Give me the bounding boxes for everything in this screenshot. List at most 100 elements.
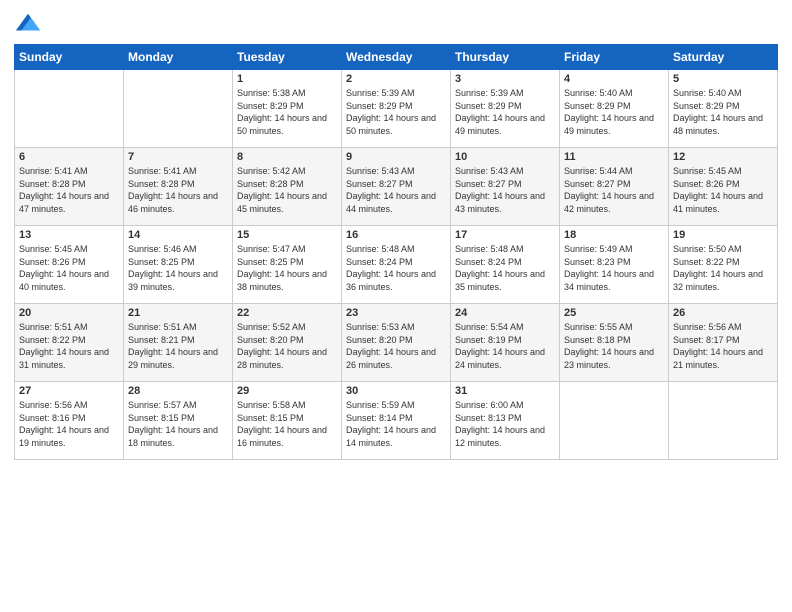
calendar-cell: 26 Sunrise: 5:56 AM Sunset: 8:17 PM Dayli…	[669, 304, 778, 382]
calendar-cell	[669, 382, 778, 460]
cell-info: Sunrise: 5:54 AM Sunset: 8:19 PM Dayligh…	[455, 321, 555, 371]
calendar-table: SundayMondayTuesdayWednesdayThursdayFrid…	[14, 44, 778, 460]
day-number: 25	[564, 307, 664, 319]
calendar-cell: 28 Sunrise: 5:57 AM Sunset: 8:15 PM Dayli…	[124, 382, 233, 460]
day-number: 17	[455, 229, 555, 241]
weekday-header: Tuesday	[233, 45, 342, 70]
cell-info: Sunrise: 5:45 AM Sunset: 8:26 PM Dayligh…	[673, 165, 773, 215]
day-number: 6	[19, 151, 119, 163]
cell-info: Sunrise: 5:39 AM Sunset: 8:29 PM Dayligh…	[455, 87, 555, 137]
calendar-cell: 20 Sunrise: 5:51 AM Sunset: 8:22 PM Dayli…	[15, 304, 124, 382]
cell-info: Sunrise: 5:57 AM Sunset: 8:15 PM Dayligh…	[128, 399, 228, 449]
calendar-cell: 12 Sunrise: 5:45 AM Sunset: 8:26 PM Dayli…	[669, 148, 778, 226]
calendar-body: 1Sunrise: 5:38 AM Sunset: 8:29 PM Daylig…	[15, 70, 778, 460]
weekday-header: Monday	[124, 45, 233, 70]
calendar-cell: 31 Sunrise: 6:00 AM Sunset: 8:13 PM Dayli…	[451, 382, 560, 460]
cell-info: Sunrise: 5:39 AM Sunset: 8:29 PM Dayligh…	[346, 87, 446, 137]
day-number: 24	[455, 307, 555, 319]
day-number: 22	[237, 307, 337, 319]
calendar-cell: 13 Sunrise: 5:45 AM Sunset: 8:26 PM Dayli…	[15, 226, 124, 304]
calendar-cell: 3 Sunrise: 5:39 AM Sunset: 8:29 PM Daylig…	[451, 70, 560, 148]
day-number: 13	[19, 229, 119, 241]
calendar-cell: 5Sunrise: 5:40 AM Sunset: 8:29 PM Daylig…	[669, 70, 778, 148]
calendar-cell: 8Sunrise: 5:42 AM Sunset: 8:28 PM Daylig…	[233, 148, 342, 226]
day-number: 1	[237, 73, 337, 85]
calendar-cell: 4 Sunrise: 5:40 AM Sunset: 8:29 PM Daylig…	[560, 70, 669, 148]
weekday-row: SundayMondayTuesdayWednesdayThursdayFrid…	[15, 45, 778, 70]
cell-info: Sunrise: 5:46 AM Sunset: 8:25 PM Dayligh…	[128, 243, 228, 293]
calendar-cell: 17Sunrise: 5:48 AM Sunset: 8:24 PM Dayli…	[451, 226, 560, 304]
calendar-cell: 10 Sunrise: 5:43 AM Sunset: 8:27 PM Dayli…	[451, 148, 560, 226]
day-number: 21	[128, 307, 228, 319]
day-number: 30	[346, 385, 446, 397]
logo-icon	[14, 10, 42, 38]
calendar-cell: 30 Sunrise: 5:59 AM Sunset: 8:14 PM Dayli…	[342, 382, 451, 460]
cell-info: Sunrise: 5:51 AM Sunset: 8:22 PM Dayligh…	[19, 321, 119, 371]
weekday-header: Friday	[560, 45, 669, 70]
day-number: 31	[455, 385, 555, 397]
cell-info: Sunrise: 5:53 AM Sunset: 8:20 PM Dayligh…	[346, 321, 446, 371]
day-number: 2	[346, 73, 446, 85]
cell-info: Sunrise: 5:58 AM Sunset: 8:15 PM Dayligh…	[237, 399, 337, 449]
calendar-cell: 25Sunrise: 5:55 AM Sunset: 8:18 PM Dayli…	[560, 304, 669, 382]
calendar-cell: 29 Sunrise: 5:58 AM Sunset: 8:15 PM Dayli…	[233, 382, 342, 460]
cell-info: Sunrise: 5:40 AM Sunset: 8:29 PM Dayligh…	[673, 87, 773, 137]
header	[14, 10, 778, 38]
cell-info: Sunrise: 6:00 AM Sunset: 8:13 PM Dayligh…	[455, 399, 555, 449]
day-number: 26	[673, 307, 773, 319]
day-number: 19	[673, 229, 773, 241]
day-number: 11	[564, 151, 664, 163]
day-number: 10	[455, 151, 555, 163]
calendar-cell: 21Sunrise: 5:51 AM Sunset: 8:21 PM Dayli…	[124, 304, 233, 382]
cell-info: Sunrise: 5:56 AM Sunset: 8:17 PM Dayligh…	[673, 321, 773, 371]
page: SundayMondayTuesdayWednesdayThursdayFrid…	[0, 0, 792, 612]
calendar-week-row: 13 Sunrise: 5:45 AM Sunset: 8:26 PM Dayli…	[15, 226, 778, 304]
day-number: 15	[237, 229, 337, 241]
cell-info: Sunrise: 5:43 AM Sunset: 8:27 PM Dayligh…	[455, 165, 555, 215]
calendar-cell: 11Sunrise: 5:44 AM Sunset: 8:27 PM Dayli…	[560, 148, 669, 226]
calendar-header: SundayMondayTuesdayWednesdayThursdayFrid…	[15, 45, 778, 70]
day-number: 7	[128, 151, 228, 163]
cell-info: Sunrise: 5:41 AM Sunset: 8:28 PM Dayligh…	[19, 165, 119, 215]
day-number: 27	[19, 385, 119, 397]
cell-info: Sunrise: 5:41 AM Sunset: 8:28 PM Dayligh…	[128, 165, 228, 215]
calendar-cell: 1Sunrise: 5:38 AM Sunset: 8:29 PM Daylig…	[233, 70, 342, 148]
calendar-week-row: 20 Sunrise: 5:51 AM Sunset: 8:22 PM Dayli…	[15, 304, 778, 382]
calendar-cell: 6 Sunrise: 5:41 AM Sunset: 8:28 PM Daylig…	[15, 148, 124, 226]
weekday-header: Sunday	[15, 45, 124, 70]
calendar-cell: 7 Sunrise: 5:41 AM Sunset: 8:28 PM Daylig…	[124, 148, 233, 226]
logo	[14, 10, 46, 38]
calendar-cell: 22 Sunrise: 5:52 AM Sunset: 8:20 PM Dayli…	[233, 304, 342, 382]
calendar-cell: 18Sunrise: 5:49 AM Sunset: 8:23 PM Dayli…	[560, 226, 669, 304]
weekday-header: Thursday	[451, 45, 560, 70]
calendar-week-row: 1Sunrise: 5:38 AM Sunset: 8:29 PM Daylig…	[15, 70, 778, 148]
calendar-cell: 24 Sunrise: 5:54 AM Sunset: 8:19 PM Dayli…	[451, 304, 560, 382]
calendar-cell: 9Sunrise: 5:43 AM Sunset: 8:27 PM Daylig…	[342, 148, 451, 226]
calendar-cell	[560, 382, 669, 460]
day-number: 14	[128, 229, 228, 241]
day-number: 20	[19, 307, 119, 319]
cell-info: Sunrise: 5:49 AM Sunset: 8:23 PM Dayligh…	[564, 243, 664, 293]
day-number: 16	[346, 229, 446, 241]
calendar-cell: 19Sunrise: 5:50 AM Sunset: 8:22 PM Dayli…	[669, 226, 778, 304]
day-number: 23	[346, 307, 446, 319]
calendar-cell: 16 Sunrise: 5:48 AM Sunset: 8:24 PM Dayli…	[342, 226, 451, 304]
cell-info: Sunrise: 5:43 AM Sunset: 8:27 PM Dayligh…	[346, 165, 446, 215]
day-number: 4	[564, 73, 664, 85]
cell-info: Sunrise: 5:52 AM Sunset: 8:20 PM Dayligh…	[237, 321, 337, 371]
calendar-cell	[124, 70, 233, 148]
cell-info: Sunrise: 5:45 AM Sunset: 8:26 PM Dayligh…	[19, 243, 119, 293]
day-number: 28	[128, 385, 228, 397]
day-number: 29	[237, 385, 337, 397]
day-number: 3	[455, 73, 555, 85]
day-number: 12	[673, 151, 773, 163]
weekday-header: Wednesday	[342, 45, 451, 70]
calendar-week-row: 27Sunrise: 5:56 AM Sunset: 8:16 PM Dayli…	[15, 382, 778, 460]
cell-info: Sunrise: 5:59 AM Sunset: 8:14 PM Dayligh…	[346, 399, 446, 449]
cell-info: Sunrise: 5:48 AM Sunset: 8:24 PM Dayligh…	[346, 243, 446, 293]
cell-info: Sunrise: 5:47 AM Sunset: 8:25 PM Dayligh…	[237, 243, 337, 293]
calendar-cell: 14 Sunrise: 5:46 AM Sunset: 8:25 PM Dayli…	[124, 226, 233, 304]
day-number: 8	[237, 151, 337, 163]
cell-info: Sunrise: 5:40 AM Sunset: 8:29 PM Dayligh…	[564, 87, 664, 137]
calendar-cell: 23 Sunrise: 5:53 AM Sunset: 8:20 PM Dayli…	[342, 304, 451, 382]
